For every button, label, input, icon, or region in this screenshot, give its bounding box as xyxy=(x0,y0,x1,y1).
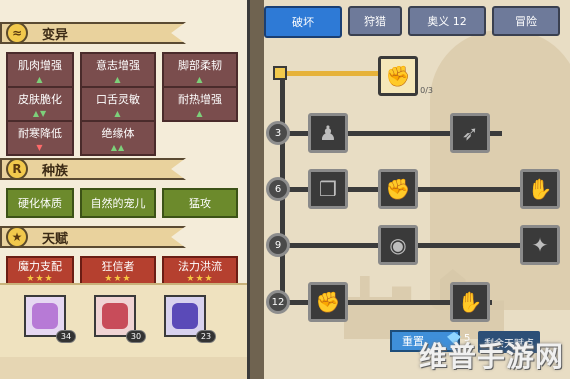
race-header: R 种族 xyxy=(0,156,186,182)
companion-avatar[interactable]: 30 xyxy=(94,295,146,343)
tab-adventure[interactable]: 冒险 xyxy=(492,6,560,36)
skill-node[interactable]: ✋ xyxy=(520,169,560,209)
arrow-icon: ➶ xyxy=(461,121,479,145)
skill-node[interactable]: ✊ xyxy=(308,282,348,322)
talent-tree-panel: 破坏 狩猎 奥义 12 冒险 3 6 9 12 ✊ 0/3 ♟ ➶ ❒ ✊ ✋ … xyxy=(264,0,570,379)
character-portrait-icon xyxy=(32,303,58,329)
tab-hunt[interactable]: 狩猎 xyxy=(348,6,402,36)
skill-node[interactable]: ♟ xyxy=(308,113,348,153)
character-portrait-icon xyxy=(102,303,128,329)
trait-chip[interactable]: 意志增强 ▲ xyxy=(80,52,156,88)
tab-arcane[interactable]: 奥义 12 xyxy=(408,6,486,36)
companion-avatar[interactable]: 23 xyxy=(164,295,216,343)
talent-chip[interactable]: 法力洪流 ★★★ xyxy=(162,256,238,286)
trait-chip[interactable]: 口舌灵敏 ▲ xyxy=(80,86,156,122)
skill-node[interactable]: ❒ xyxy=(308,169,348,209)
skill-node[interactable]: ✊ xyxy=(378,169,418,209)
row-level-badge: 6 xyxy=(266,177,290,201)
race-trait-chip[interactable]: 硬化体质 xyxy=(6,188,74,218)
panel-divider xyxy=(250,0,264,379)
tree-tabs: 破坏 狩猎 奥义 12 冒险 xyxy=(264,6,566,38)
trait-chip[interactable]: 耐热增强 ▲ xyxy=(162,86,238,122)
character-portrait-icon xyxy=(172,303,198,329)
talent-title: 天赋 xyxy=(42,231,69,247)
tree-top-connector xyxy=(284,71,384,76)
race-icon: R xyxy=(6,158,28,180)
site-watermark: 维普手游网 xyxy=(418,340,564,373)
muscle-body-icon: ♟ xyxy=(319,121,337,145)
handshake-skill-node[interactable]: ✊ 0/3 xyxy=(378,56,433,96)
race-title: 种族 xyxy=(42,163,69,179)
trait-chip[interactable]: 绝缘体 ▲▲ xyxy=(80,120,156,156)
tab-destroy[interactable]: 破坏 xyxy=(264,6,342,38)
tree-root-knob xyxy=(273,66,287,80)
mutation-header: ≈ 变异 xyxy=(0,20,186,46)
ripple-icon: ◉ xyxy=(389,233,407,257)
dna-icon: ≈ xyxy=(6,22,28,44)
star-icon: ★ xyxy=(6,226,28,248)
trait-panel: ≈ 变异 肌肉增强 ▲ 意志增强 ▲ 脚部柔韧 ▲ 皮肤脆化 ▲▼ 口舌灵敏 ▲… xyxy=(0,0,250,379)
scroll-icon: ❒ xyxy=(319,177,337,201)
row-level-badge: 12 xyxy=(266,290,290,314)
talent-header: ★ 天赋 xyxy=(0,224,186,250)
trait-chip[interactable]: 耐寒降低 ▼ xyxy=(6,120,74,156)
armored-fist-icon: ✋ xyxy=(457,290,483,314)
talent-chip[interactable]: 魔力支配 ★★★ xyxy=(6,256,74,286)
fist-punch-icon: ✊ xyxy=(385,177,411,201)
handshake-icon: ✊ xyxy=(385,64,411,88)
raised-fist-icon: ✊ xyxy=(315,290,341,314)
row-level-badge: 3 xyxy=(266,121,290,145)
row-level-badge: 9 xyxy=(266,233,290,257)
mutation-title: 变异 xyxy=(42,27,69,43)
skill-node[interactable]: ➶ xyxy=(450,113,490,153)
bat-wing-icon: ✦ xyxy=(531,233,549,257)
trait-chip[interactable]: 脚部柔韧 ▲ xyxy=(162,52,238,88)
skill-node[interactable]: ◉ xyxy=(378,225,418,265)
trait-chip[interactable]: 皮肤脆化 ▲▼ xyxy=(6,86,74,122)
talent-chip[interactable]: 狂信者 ★★★ xyxy=(80,256,156,286)
skill-node[interactable]: ✦ xyxy=(520,225,560,265)
race-trait-chip[interactable]: 自然的宠儿 xyxy=(80,188,156,218)
footer-strip xyxy=(0,357,247,379)
companion-avatar[interactable]: 34 xyxy=(24,295,76,343)
gauntlet-icon: ✋ xyxy=(527,177,553,201)
skill-node[interactable]: ✋ xyxy=(450,282,490,322)
race-trait-chip[interactable]: 猛攻 xyxy=(162,188,238,218)
trait-chip[interactable]: 肌肉增强 ▲ xyxy=(6,52,74,88)
